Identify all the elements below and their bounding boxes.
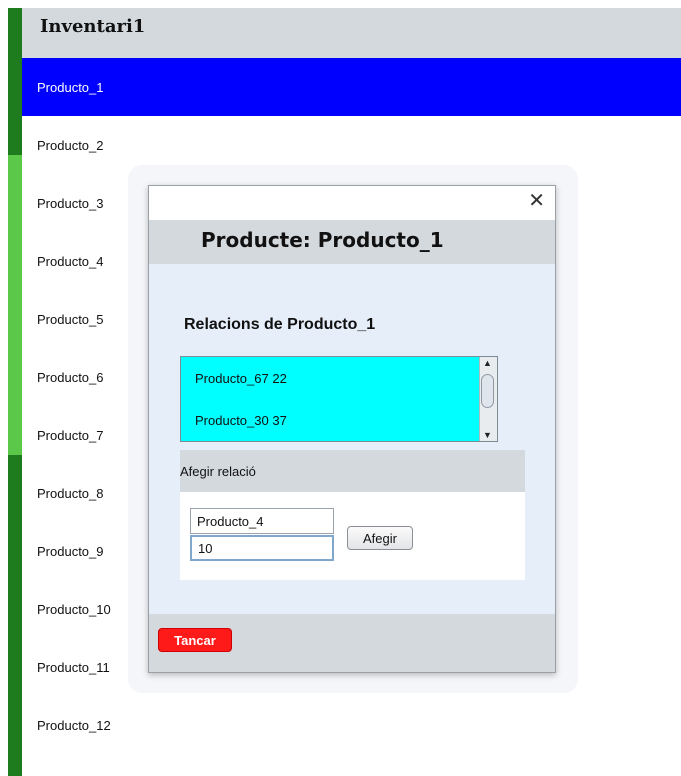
add-relation-label: Afegir relació [180,464,256,479]
app-title: Inventari1 [40,16,146,37]
relation-item[interactable]: Producto_67 22 [195,371,287,386]
product-input[interactable] [190,508,334,534]
add-relation-panel: Afegir relació Afegir [180,450,525,580]
relations-list[interactable]: Producto_67 22 Producto_30 37 ▲ ▼ [180,356,498,442]
close-icon[interactable]: ✕ [528,190,545,212]
dialog-title: Producte: Producto_1 [201,228,444,252]
close-button[interactable]: Tancar [158,628,232,652]
scroll-down-icon[interactable]: ▼ [483,430,492,440]
relations-title: Relacions de Producto_1 [184,316,376,333]
dialog-footer: Tancar [149,614,555,672]
add-button[interactable]: Afegir [347,526,413,550]
dialog-header: Producte: Producto_1 [149,220,555,264]
add-relation-header: Afegir relació [180,450,525,492]
product-item[interactable]: Producto_1 [22,58,681,116]
quantity-input[interactable] [190,535,334,561]
relation-item[interactable]: Producto_30 37 [195,413,287,428]
scroll-thumb[interactable] [481,374,494,408]
product-dialog: ✕ Producte: Producto_1 Relacions de Prod… [148,185,556,673]
dialog-body: Relacions de Producto_1 Producto_67 22 P… [149,264,555,614]
scroll-up-icon[interactable]: ▲ [483,358,492,368]
left-accent-highlight [8,155,22,455]
product-item[interactable]: Producto_12 [22,696,681,754]
relations-scrollbar[interactable]: ▲ ▼ [479,357,497,441]
